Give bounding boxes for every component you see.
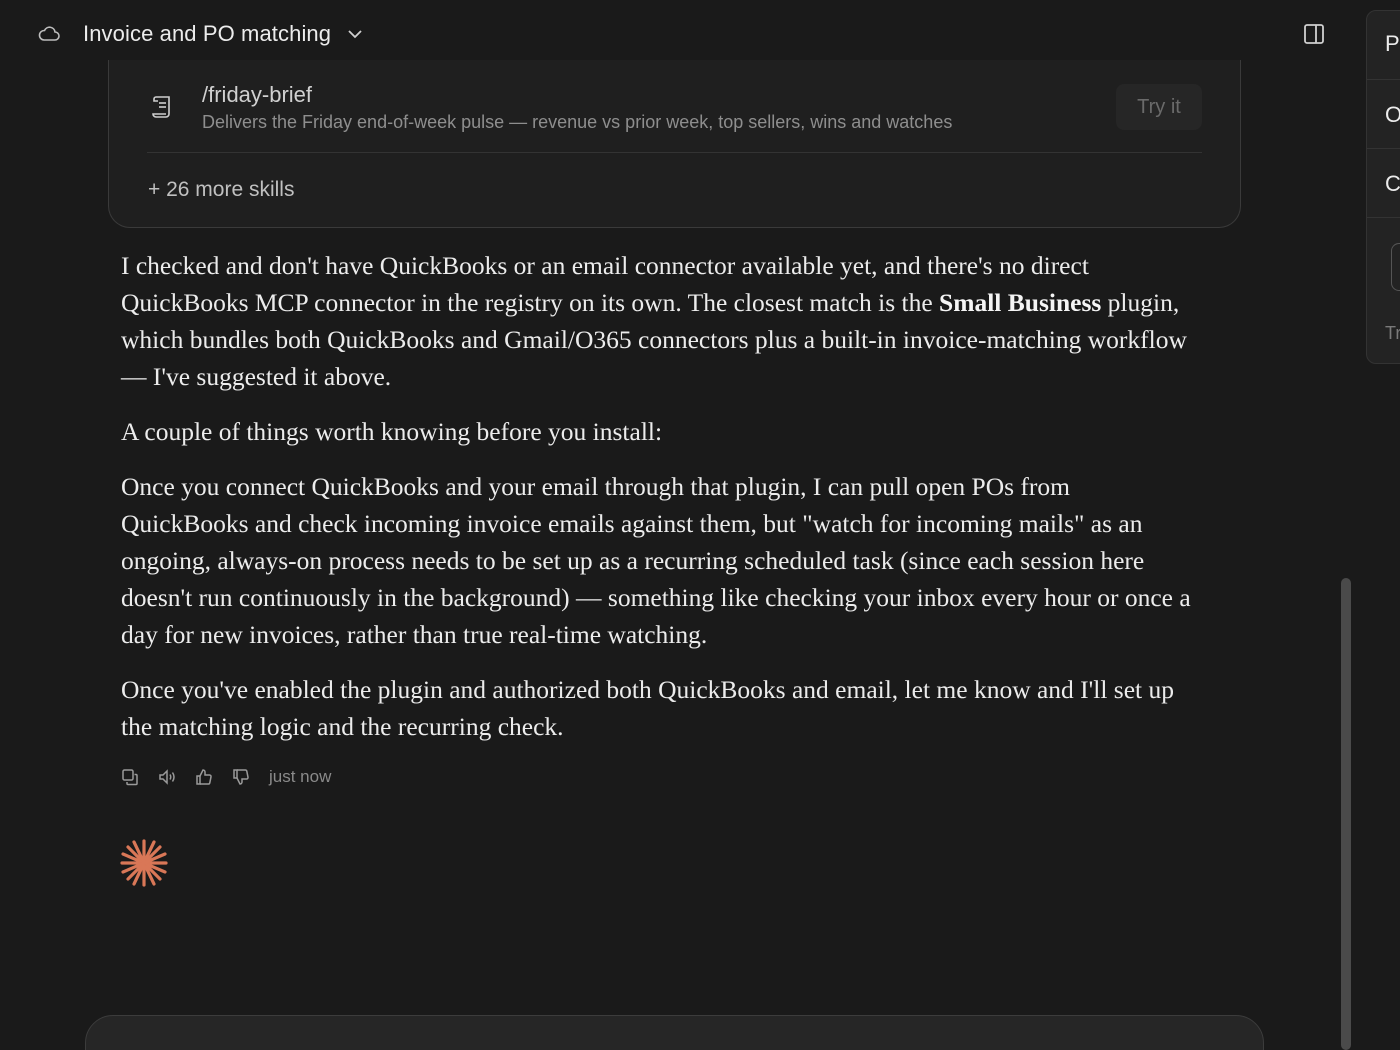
conversation-title: Invoice and PO matching: [83, 21, 332, 46]
side-panel-thumbnail[interactable]: [1391, 243, 1400, 291]
message-paragraph: I checked and don't have QuickBooks or a…: [121, 251, 1187, 391]
message-actions: just now: [121, 764, 331, 790]
conversation-title-button[interactable]: Invoice and PO matching: [83, 18, 365, 50]
artifact-side-panel: P O C Tr: [1366, 10, 1400, 364]
try-it-button[interactable]: Try it: [1116, 84, 1202, 130]
scroll-icon: [152, 96, 170, 118]
side-panel-item[interactable]: O: [1367, 80, 1400, 149]
spark-icon: [120, 839, 168, 887]
thumbs-down-icon[interactable]: [232, 768, 250, 786]
copy-icon[interactable]: [121, 768, 139, 786]
sidebar-toggle-icon[interactable]: [1302, 22, 1326, 46]
message-paragraph: Once you've enabled the plugin and autho…: [121, 675, 1175, 741]
divider: [147, 152, 1202, 153]
side-panel-item[interactable]: C: [1367, 149, 1400, 218]
skill-name: /friday-brief: [202, 82, 313, 107]
cloud-icon: [38, 26, 60, 41]
message-paragraph: A couple of things worth knowing before …: [121, 417, 663, 446]
side-panel-item[interactable]: P: [1367, 11, 1400, 80]
side-panel-text: Tr: [1385, 323, 1400, 343]
message-paragraph: Once you connect QuickBooks and your ema…: [121, 472, 1191, 649]
assistant-message: I checked and don't have QuickBooks or a…: [121, 247, 1201, 763]
message-composer[interactable]: [85, 1015, 1264, 1050]
message-timestamp: just now: [269, 767, 332, 786]
scrollbar-thumb[interactable]: [1341, 578, 1351, 1050]
speaker-icon[interactable]: [158, 768, 176, 786]
skills-card: /friday-brief Delivers the Friday end-of…: [108, 60, 1241, 228]
skill-description: Delivers the Friday end-of-week pulse — …: [202, 112, 953, 132]
more-skills-link[interactable]: + 26 more skills: [148, 178, 294, 202]
thumbs-up-icon[interactable]: [195, 768, 213, 786]
chevron-down-icon: [348, 30, 362, 39]
